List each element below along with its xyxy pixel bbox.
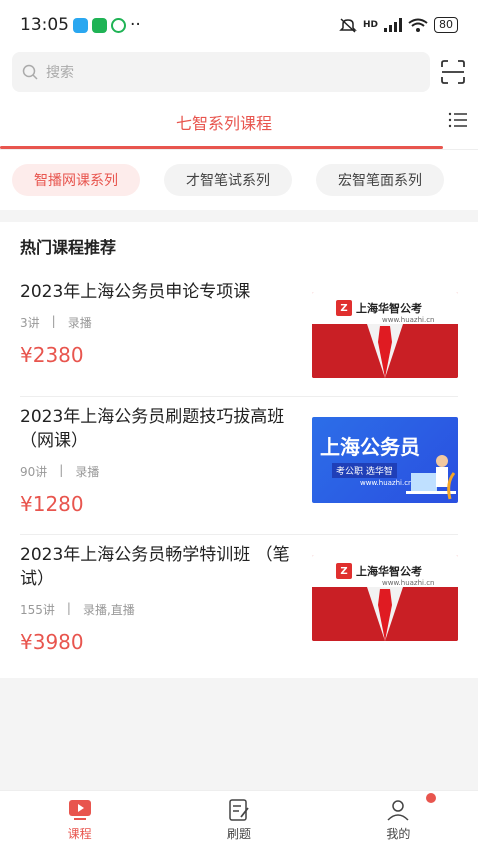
nav-courses[interactable]: 课程 <box>0 791 159 850</box>
banner-brand: 上海华智公考 <box>356 565 422 578</box>
course-banner-image: Z 上海华智公考 www.huazhi.cn <box>312 292 458 378</box>
chip-zhibo[interactable]: 智播网课系列 <box>12 164 140 196</box>
section-title: 热门课程推荐 <box>20 238 117 257</box>
network-type-label: HD <box>362 20 378 30</box>
brand-logo-icon: Z <box>336 300 352 316</box>
course-price: ¥3980 <box>20 630 84 654</box>
nav-label: 刷题 <box>226 827 251 841</box>
brand-logo-icon: Z <box>336 563 352 579</box>
banner-subtitle: 考公职 选华智 <box>332 463 397 478</box>
course-title: 2023年上海公务员畅学特训班 （笔试） <box>20 545 290 589</box>
person-at-desk-illustration <box>406 455 456 500</box>
nav-profile[interactable]: 我的 <box>319 791 478 850</box>
course-lessons: 90讲 <box>20 465 48 479</box>
bottom-nav: 课程 刷题 我的 <box>0 790 478 850</box>
play-video-icon <box>68 800 91 820</box>
nav-label: 课程 <box>67 827 92 841</box>
banner-url: www.huazhi.cn <box>382 316 435 324</box>
course-card[interactable]: 2023年上海公务员申论专项课 3讲 | 录播 ¥2380 Z 上海华智公考 www.h… <box>20 272 458 397</box>
course-card[interactable]: 2023年上海公务员刷题技巧拔高班（网课） 90讲 | 录播 ¥1280 上海公务员… <box>20 397 458 535</box>
course-type: 录播,直播 <box>82 603 135 617</box>
chip-hongzhi[interactable]: 宏智笔面系列 <box>316 164 444 196</box>
chip-caizhi[interactable]: 才智笔试系列 <box>164 164 292 196</box>
course-lessons: 155讲 <box>20 603 55 617</box>
banner-title: 上海公务员 <box>320 435 420 459</box>
banner-url: www.huazhi.cn <box>360 479 413 487</box>
course-title: 2023年上海公务员刷题技巧拔高班（网课） <box>20 407 285 451</box>
edit-document-icon <box>229 799 249 821</box>
user-icon <box>387 800 409 821</box>
tab-course-series[interactable]: 七智系列课程 <box>0 110 448 134</box>
search-icon <box>22 64 38 80</box>
status-time: 13:05 <box>20 15 69 35</box>
search-input[interactable]: 搜索 <box>12 52 430 92</box>
list-menu-icon[interactable] <box>448 110 468 130</box>
more-icon: ·· <box>130 15 141 35</box>
course-type: 录播 <box>75 465 100 479</box>
notification-icons: ·· <box>73 15 141 35</box>
status-bar: 13:05 ·· HD 80 <box>0 0 478 50</box>
battery-icon: 80 <box>434 17 458 33</box>
nav-label: 我的 <box>386 827 411 841</box>
course-lessons: 3讲 <box>20 316 40 330</box>
app-notification-icon <box>73 17 88 33</box>
course-type: 录播 <box>67 316 92 330</box>
course-banner-image: 上海公务员 考公职 选华智 www.huazhi.cn <box>312 417 458 503</box>
course-price: ¥2380 <box>20 343 84 367</box>
course-banner-image: Z 上海华智公考 www.huazhi.cn <box>312 555 458 641</box>
wifi-icon <box>408 18 428 32</box>
mute-icon <box>339 18 357 33</box>
banner-url: www.huazhi.cn <box>382 579 435 587</box>
nav-practice[interactable]: 刷题 <box>159 791 318 850</box>
course-card[interactable]: 2023年上海公务员畅学特训班 （笔试） 155讲 | 录播,直播 ¥3980 Z上… <box>20 535 458 672</box>
phone-notification-icon <box>92 17 107 33</box>
signal-icon <box>384 18 402 32</box>
scan-icon[interactable] <box>440 59 466 85</box>
tab-indicator <box>0 146 443 149</box>
circle-notification-icon <box>111 17 126 33</box>
banner-brand: 上海华智公考 <box>356 302 422 315</box>
search-placeholder: 搜索 <box>46 65 74 81</box>
series-chips: 智播网课系列 才智笔试系列 宏智笔面系列 <box>0 150 478 210</box>
hot-courses-section: 热门课程推荐 2023年上海公务员申论专项课 3讲 | 录播 ¥2380 Z 上海华智… <box>0 222 478 678</box>
notification-dot <box>425 793 436 803</box>
course-title: 2023年上海公务员申论专项课 <box>20 282 251 302</box>
tab-bar: 七智系列课程 <box>0 94 478 150</box>
search-row: 搜索 <box>0 50 478 94</box>
course-price: ¥1280 <box>20 492 84 516</box>
